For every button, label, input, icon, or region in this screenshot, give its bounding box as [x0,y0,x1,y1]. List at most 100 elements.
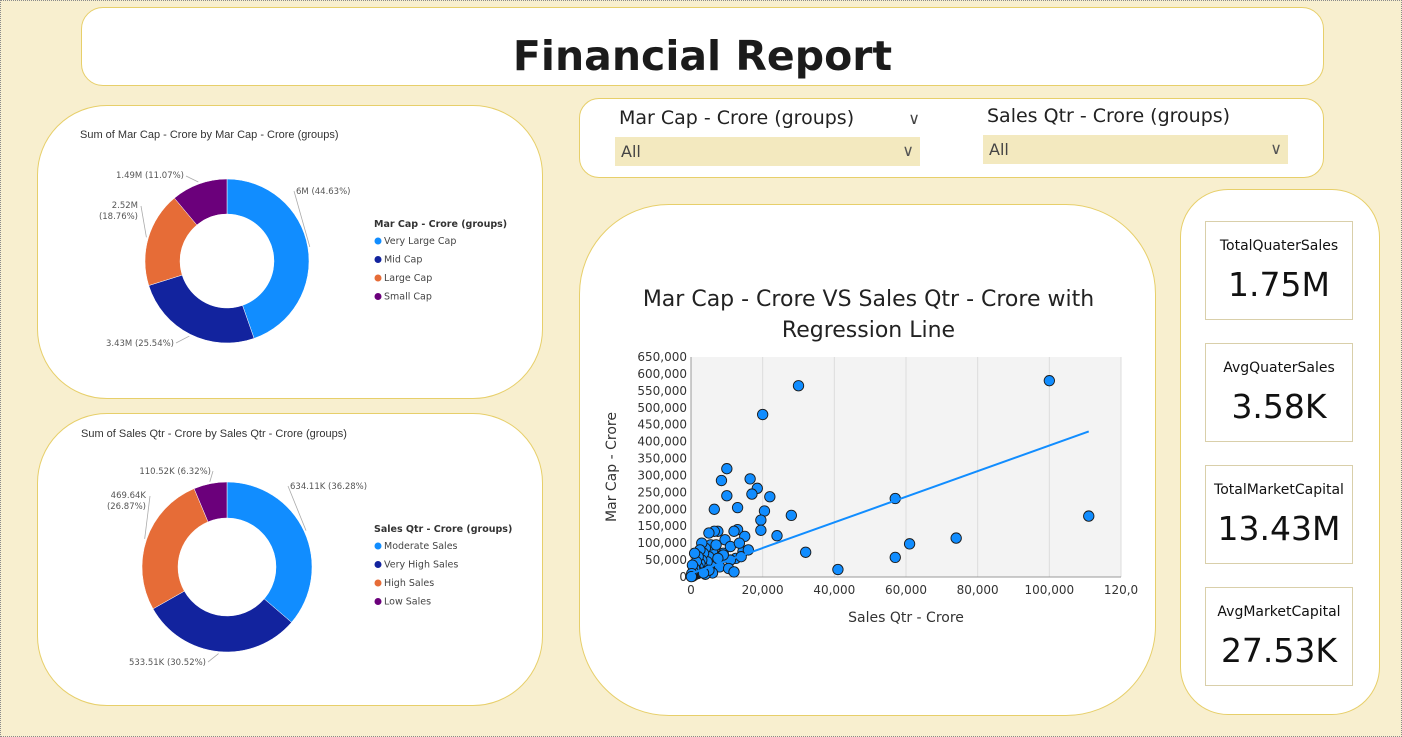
x-tick-label: 60,000 [885,583,927,597]
donut-slice[interactable] [148,274,255,344]
scatter-point[interactable] [1043,375,1055,387]
scatter-point[interactable] [757,408,769,421]
kpi-total-market-capital: TotalMarketCapital 13.43M [1205,465,1353,564]
chevron-down-icon[interactable]: ∨ [908,109,920,129]
donut-leader-line [140,205,147,238]
donut-leader-line [207,653,219,663]
x-tick-label: 40,000 [813,583,855,597]
y-axis-title: Mar Cap - Crore [604,412,620,522]
report-title: Financial Report [512,32,893,80]
x-tick-label: 0 [687,583,695,597]
sales-qtr-slicer-dropdown[interactable]: All ∨ [983,135,1288,164]
legend-marker [374,579,382,587]
scatter-point[interactable] [721,463,733,475]
y-tick-label: 50,000 [645,553,687,567]
scatter-card: Mar Cap - Crore VS Sales Qtr - Crore wit… [579,204,1156,716]
scatter-point[interactable] [744,473,756,485]
legend-entry: High Sales [384,578,434,589]
donut-data-label: 2.52M [112,201,138,211]
kpi-total-quarter-sales: TotalQuaterSales 1.75M [1205,221,1353,320]
x-tick-label: 80,000 [957,583,999,597]
legend-marker [374,561,382,568]
scatter-point[interactable] [771,530,783,542]
scatter-point[interactable] [733,537,746,549]
kpi-card: TotalQuaterSales 1.75M AvgQuaterSales 3.… [1180,189,1380,715]
scatter-point[interactable] [832,563,844,576]
scatter-point[interactable] [950,532,962,544]
legend-entry: Very Large Cap [384,236,456,247]
sales-qtr-slicer-label: Sales Qtr - Crore (groups) [987,105,1231,127]
scatter-point[interactable] [764,491,776,503]
kpi-label: AvgQuaterSales [1223,360,1335,376]
mar-cap-donut-chart[interactable]: 6M (44.63%) 3.43M (25.54%) 2.52M(18.76%) 1.… [38,106,544,400]
scatter-point[interactable] [785,509,797,522]
kpi-label: TotalMarketCapital [1214,482,1344,498]
legend-entry: Mid Cap [384,255,422,266]
scatter-point[interactable] [755,524,767,536]
donut-data-label: 634.11K (36.28%) [290,482,367,492]
donut-slice[interactable] [226,481,313,623]
legend-marker [374,542,382,550]
scatter-point[interactable] [728,525,740,537]
scatter-point[interactable] [792,380,805,392]
y-tick-label: 650,000 [637,350,687,364]
scatter-point[interactable] [746,488,758,500]
scatter-point[interactable] [903,538,916,550]
kpi-value: 1.75M [1228,265,1330,304]
mar-cap-slicer-dropdown[interactable]: All ∨ [615,137,920,166]
scatter-point[interactable] [1083,510,1095,522]
legend-marker [374,293,382,300]
donut-legend-title: Mar Cap - Crore (groups) [374,219,507,230]
y-tick-label: 300,000 [637,468,687,482]
scatter-point[interactable] [688,547,701,559]
kpi-value: 13.43M [1217,509,1341,548]
donut-data-label: 3.43M (25.54%) [106,339,174,349]
donut-data-label: 1.49M (11.07%) [116,171,184,181]
y-tick-label: 350,000 [637,452,687,466]
scatter-point[interactable] [715,474,728,487]
y-tick-label: 450,000 [637,418,687,432]
kpi-label: TotalQuaterSales [1219,238,1339,254]
y-tick-label: 600,000 [637,367,687,381]
sales-qtr-slicer-value: All [989,140,1009,159]
legend-entry: Moderate Sales [384,541,458,552]
kpi-value: 27.53K [1220,631,1338,670]
x-axis-title: Sales Qtr - Crore [848,610,964,626]
y-tick-label: 250,000 [637,485,687,499]
scatter-point[interactable] [721,490,733,502]
scatter-point[interactable] [703,527,715,539]
kpi-avg-market-capital: AvgMarketCapital 27.53K [1205,587,1353,686]
chevron-down-icon[interactable]: ∨ [902,136,914,165]
sales-qtr-donut-chart[interactable]: 634.11K (36.28%) 533.51K (30.52%) 469.64K(… [38,414,544,707]
scatter-point[interactable] [708,503,720,515]
donut-slice[interactable] [141,488,209,610]
scatter-point[interactable] [755,514,767,526]
scatter-chart[interactable]: 0 20,000 40,000 60,000 80,000 100,000 120,0050… [580,205,1157,717]
y-tick-label: 400,000 [637,435,687,449]
kpi-value: 3.58K [1231,387,1327,426]
sales-qtr-donut-card: Sum of Sales Qtr - Crore by Sales Qtr - … [37,413,543,706]
title-card: Financial Report [81,7,1324,86]
mar-cap-slicer: Mar Cap - Crore (groups) ∨ All ∨ [615,107,920,166]
y-tick-label: 500,000 [637,401,687,415]
sales-qtr-slicer: Sales Qtr - Crore (groups) All ∨ [983,105,1288,164]
scatter-point[interactable] [889,551,901,564]
scatter-point[interactable] [710,539,722,551]
scatter-point[interactable] [731,501,744,514]
mar-cap-slicer-value: All [621,142,641,161]
mar-cap-slicer-label: Mar Cap - Crore (groups) [619,107,855,129]
y-tick-label: 150,000 [637,519,687,533]
chevron-down-icon[interactable]: ∨ [1270,134,1282,163]
mar-cap-donut-card: Sum of Mar Cap - Crore by Mar Cap - Cror… [37,105,543,399]
x-tick-label: 20,000 [742,583,784,597]
donut-data-label: 533.51K (30.52%) [129,658,206,668]
donut-leader-line [185,175,199,183]
scatter-point[interactable] [728,566,740,578]
scatter-point[interactable] [800,546,812,558]
legend-entry: Small Cap [384,292,432,303]
kpi-avg-quarter-sales: AvgQuaterSales 3.58K [1205,343,1353,442]
donut-data-label: (26.87%) [107,502,146,512]
donut-data-label: 469.64K [111,491,147,501]
donut-data-label: 110.52K (6.32%) [139,467,211,477]
x-tick-label: 100,000 [1025,583,1075,597]
